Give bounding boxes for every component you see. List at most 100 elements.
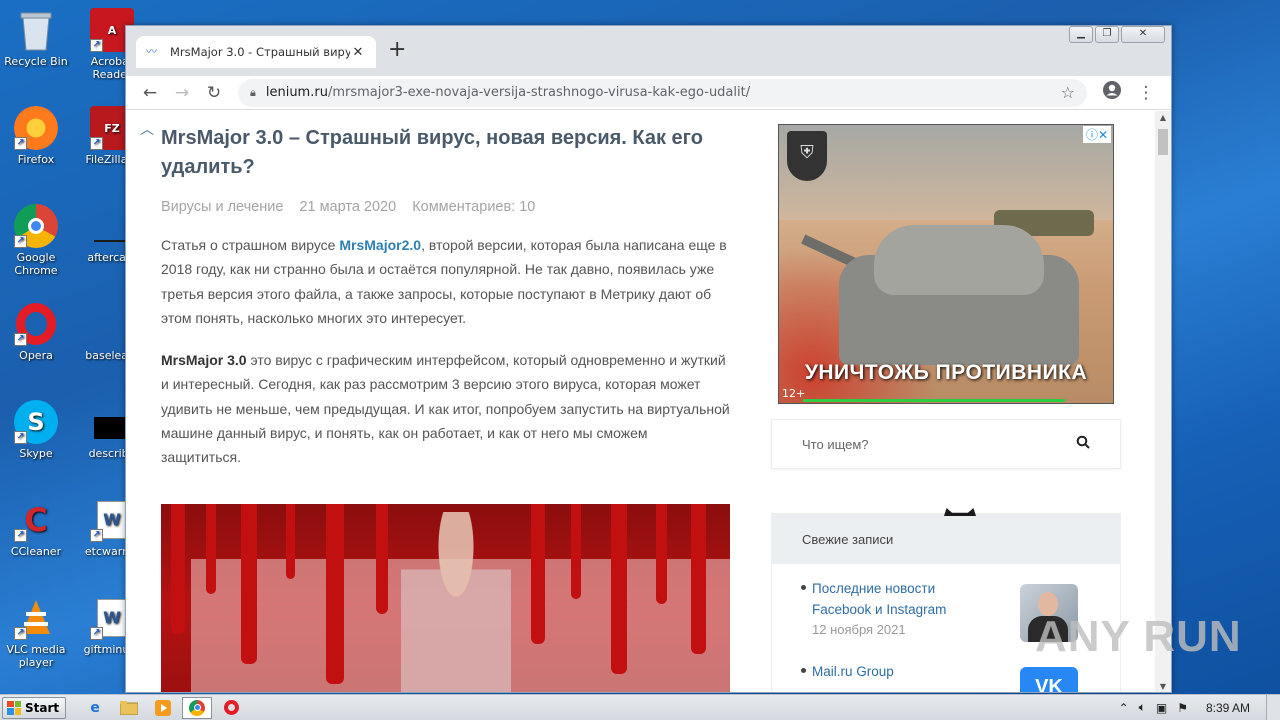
shortcut-arrow-icon: ↗ <box>14 235 27 248</box>
paragraph-text: это вирус с графическим интерфейсом, кот… <box>161 352 730 466</box>
shortcut-arrow-icon: ↗ <box>90 39 103 52</box>
minimize-button[interactable]: ▁ <box>1069 26 1093 43</box>
taskbar-explorer-icon[interactable] <box>114 697 144 719</box>
article-comments-link[interactable]: Комментариев: 10 <box>412 199 535 215</box>
hero-drip <box>286 503 295 579</box>
ccleaner-icon: C ↗ <box>14 498 58 542</box>
mrsmajor2-link[interactable]: MrsMajor2.0 <box>339 237 421 253</box>
clock[interactable]: 8:39 AM <box>1206 701 1250 715</box>
chevron-up-icon[interactable]: ︿ <box>140 119 154 139</box>
maximize-button[interactable]: ❐ <box>1095 26 1119 43</box>
browser-window: 〰 MrsMajor 3.0 - Страшный вирус, н ✕ + ▁… <box>125 25 1172 693</box>
shortcut-arrow-icon: ↗ <box>90 529 103 542</box>
system-tray: ⌃ 🔈︎ ▣ ⚑ 8:39 AM <box>1119 700 1266 715</box>
address-bar[interactable]: 🔒︎ lenium.ru/mrsmajor3-exe-novaja-versij… <box>238 78 1087 107</box>
shortcut-arrow-icon: ↗ <box>14 137 27 150</box>
search-input[interactable]: Что ищем? <box>802 437 1076 452</box>
article-date: 21 марта 2020 <box>299 199 397 215</box>
scroll-down-arrow-icon[interactable]: ▼ <box>1155 680 1171 692</box>
article-paragraph-1: Статья о страшном вирусе MrsMajor2.0, вт… <box>161 233 731 330</box>
volume-icon[interactable]: 🔈︎ <box>1139 700 1146 715</box>
recent-posts-widget: Свежие записи Последние новости Facebook… <box>771 508 1121 692</box>
search-icon[interactable] <box>1076 435 1090 453</box>
reload-button[interactable]: ↻ <box>198 83 230 103</box>
recent-post-link[interactable]: Последние новости Facebook и Instagram <box>812 578 962 620</box>
world-of-tanks-logo-icon: ⛨ <box>787 131 827 181</box>
hero-drip <box>656 503 667 604</box>
web-page: ︿ MrsMajor 3.0 – Страшный вирус, новая в… <box>126 111 1157 692</box>
url-path: /mrsmajor3-exe-novaja-versija-strashnogo… <box>327 85 751 100</box>
skype-icon: S ↗ <box>14 400 58 444</box>
recent-posts-heading: Свежие записи <box>772 514 1120 564</box>
start-label: Start <box>25 700 60 715</box>
paragraph-text: Статья о страшном вирусе <box>161 237 340 253</box>
desktop-icon-label: Opera <box>19 349 53 362</box>
ad-choices-icon[interactable]: ⓘ✕ <box>1082 126 1111 143</box>
ad-headline: УНИЧТОЖЬ ПРОТИВНИКА <box>804 361 1088 384</box>
shortcut-arrow-icon: ↗ <box>90 137 103 150</box>
article-title: MrsMajor 3.0 – Страшный вирус, новая вер… <box>161 127 703 178</box>
tray-expand-icon[interactable]: ⌃ <box>1119 701 1129 715</box>
anyrun-watermark: ANY RUN <box>1035 612 1242 661</box>
desktop-icon-vlc[interactable]: ↗ VLC media player <box>0 596 72 669</box>
close-window-button[interactable]: ✕ <box>1121 26 1165 43</box>
show-desktop-button[interactable] <box>1266 694 1280 720</box>
shortcut-arrow-icon: ↗ <box>14 627 27 640</box>
hero-drip <box>571 503 581 599</box>
tab-title: MrsMajor 3.0 - Страшный вирус, н <box>170 45 350 59</box>
vk-logo-icon[interactable]: VK <box>1020 667 1078 692</box>
article-category-link[interactable]: Вирусы и лечение <box>161 199 283 215</box>
desktop-icon-label: CCleaner <box>10 545 62 558</box>
article-paragraph-2: MrsMajor 3.0 это вирус с графическим инт… <box>161 348 731 469</box>
page-scrollbar[interactable]: ▲ ▼ <box>1155 111 1171 692</box>
hero-drip <box>326 503 344 684</box>
recent-post-link[interactable]: Mail.ru Group <box>812 661 962 682</box>
desktop-icon-recycle-bin[interactable]: Recycle Bin <box>0 8 72 68</box>
recycle-bin-icon <box>14 8 58 52</box>
profile-avatar-icon[interactable] <box>1095 80 1129 105</box>
shortcut-arrow-icon: ↗ <box>14 529 27 542</box>
taskbar: Start e ⌃ 🔈︎ ▣ ⚑ 8:39 AM <box>0 694 1280 720</box>
desktop-icon-label: Google Chrome <box>14 251 58 277</box>
network-icon[interactable]: ▣ <box>1156 701 1167 715</box>
browser-tab[interactable]: 〰 MrsMajor 3.0 - Страшный вирус, н ✕ <box>136 36 376 68</box>
lock-icon[interactable]: 🔒︎ <box>250 86 256 100</box>
hero-drip <box>531 503 545 644</box>
forward-button[interactable]: → <box>166 83 198 103</box>
desktop-icon-skype[interactable]: S ↗ Skype <box>0 400 72 460</box>
desktop-icon-chrome[interactable]: ↗ Google Chrome <box>0 204 72 277</box>
close-tab-icon[interactable]: ✕ <box>350 45 366 60</box>
desktop-icon-label: Recycle Bin <box>4 55 68 68</box>
start-button[interactable]: Start <box>2 696 67 719</box>
bookmark-star-icon[interactable]: ☆ <box>1061 83 1075 102</box>
action-center-flag-icon[interactable]: ⚑ <box>1177 701 1188 715</box>
taskbar-opera-icon[interactable] <box>216 697 246 719</box>
back-button[interactable]: ← <box>134 83 166 103</box>
browser-toolbar: ← → ↻ 🔒︎ lenium.ru/mrsmajor3-exe-novaja-… <box>126 76 1171 110</box>
hero-drip <box>691 503 706 654</box>
scroll-up-arrow-icon[interactable]: ▲ <box>1155 111 1171 125</box>
taskbar-chrome-icon[interactable] <box>182 696 213 719</box>
ad-tank-turret <box>874 225 1044 295</box>
site-search[interactable]: Что ищем? <box>771 419 1121 469</box>
hero-drip <box>171 503 185 634</box>
desktop-icon-opera[interactable]: ↗ Opera <box>0 302 72 362</box>
taskbar-media-player-icon[interactable] <box>148 697 178 719</box>
scroll-thumb[interactable] <box>1158 129 1168 155</box>
bullet <box>801 668 806 673</box>
shortcut-arrow-icon: ↗ <box>14 333 27 346</box>
article-meta: Вирусы и лечение 21 марта 2020 Комментар… <box>161 199 731 215</box>
hero-drip <box>206 503 216 594</box>
hero-drip <box>376 503 388 614</box>
new-tab-button[interactable]: + <box>388 39 406 61</box>
paragraph-bold-text: MrsMajor 3.0 <box>161 352 247 369</box>
cat-ears-icon <box>944 508 976 516</box>
window-controls: ▁ ❐ ✕ <box>1069 26 1165 43</box>
taskbar-ie-icon[interactable]: e <box>80 697 110 719</box>
advertisement-banner[interactable]: ⛨ ⓘ✕ УНИЧТОЖЬ ПРОТИВНИКА 12+ <box>778 124 1114 404</box>
browser-menu-icon[interactable]: ⋮ <box>1129 83 1163 103</box>
desktop-icon-firefox[interactable]: ↗ Firefox <box>0 106 72 166</box>
desktop-icon-ccleaner[interactable]: C ↗ CCleaner <box>0 498 72 559</box>
desktop-icon-label: Skype <box>19 447 53 460</box>
vlc-icon: ↗ <box>14 596 58 640</box>
